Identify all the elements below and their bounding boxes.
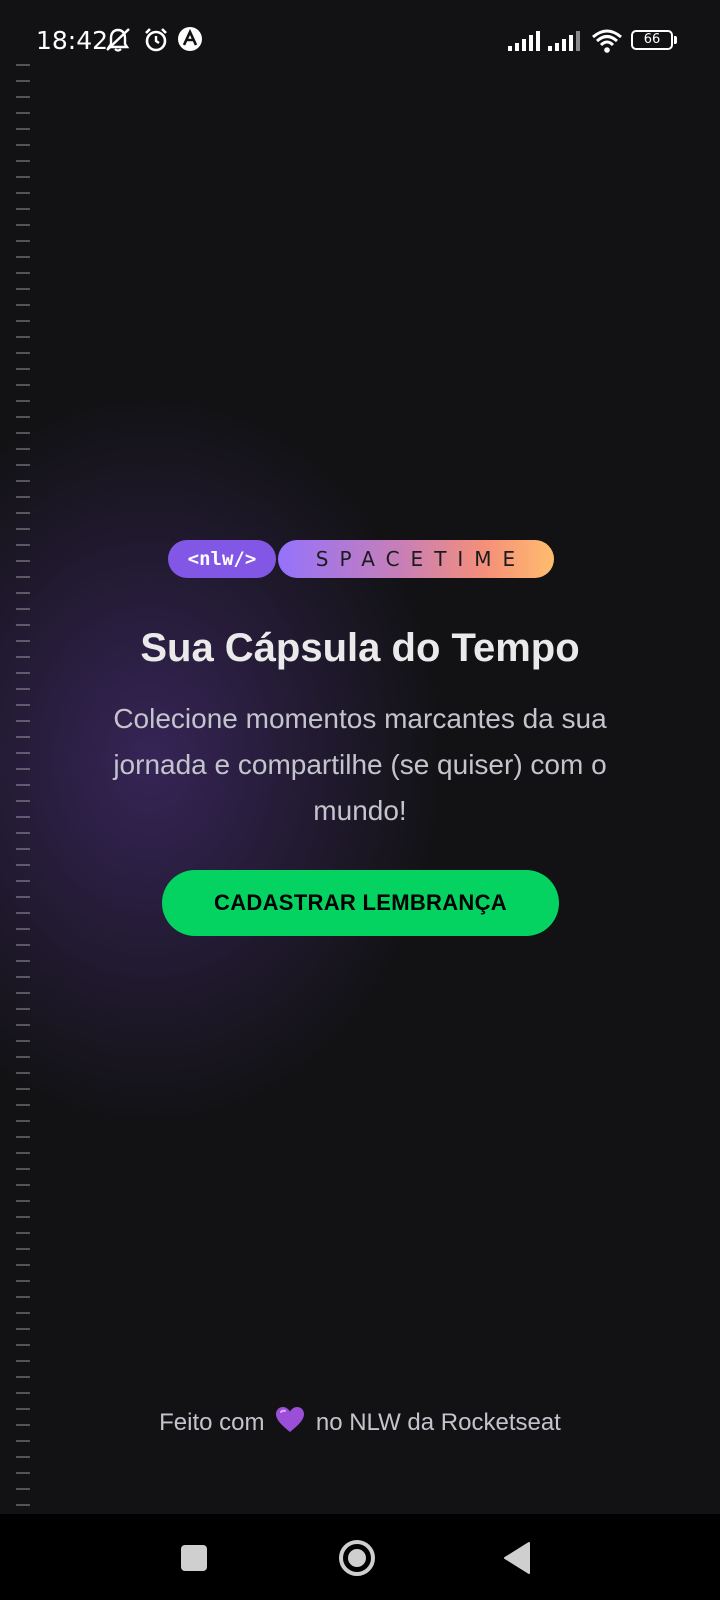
alarm-icon [145, 28, 167, 52]
footer-prefix: Feito com [159, 1409, 265, 1436]
signal-icon [508, 31, 540, 51]
decorative-stripes [16, 64, 30, 1514]
recents-icon[interactable] [172, 1536, 216, 1580]
footer-suffix: no NLW da Rocketseat [315, 1409, 561, 1436]
nlw-spacetime-logo: <nlw/> SPACETIME [168, 540, 554, 578]
mute-icon [106, 28, 130, 52]
wifi-icon [592, 29, 622, 53]
heart-icon [276, 1407, 305, 1432]
system-nav-bar [0, 1514, 720, 1600]
app-notification-icon [178, 27, 202, 51]
signal-icon [548, 31, 580, 51]
page-subtitle: Colecione momentos marcantes da sua jorn… [113, 703, 607, 826]
logo-spacetime-text: SPACETIME [278, 540, 554, 578]
back-icon[interactable] [497, 1536, 541, 1580]
status-time: 18:42 [36, 26, 109, 55]
home-icon[interactable] [335, 1536, 379, 1580]
battery-tip [674, 36, 677, 44]
page-title: Sua Cápsula do Tempo [140, 626, 580, 670]
battery-level: 66 [643, 32, 661, 47]
status-bar: 18:42 66 [0, 0, 720, 82]
battery-icon: 66 [631, 30, 673, 50]
logo-nlw-tag: <nlw/> [168, 540, 276, 578]
register-memory-button[interactable]: CADASTRAR LEMBRANÇA [162, 870, 559, 936]
footer-credit: Feito com no NLW da Rocketseat [0, 1406, 720, 1437]
app-screen: 18:42 66 <nlw/> SPACETIME Sua Cápsula do… [0, 0, 720, 1600]
